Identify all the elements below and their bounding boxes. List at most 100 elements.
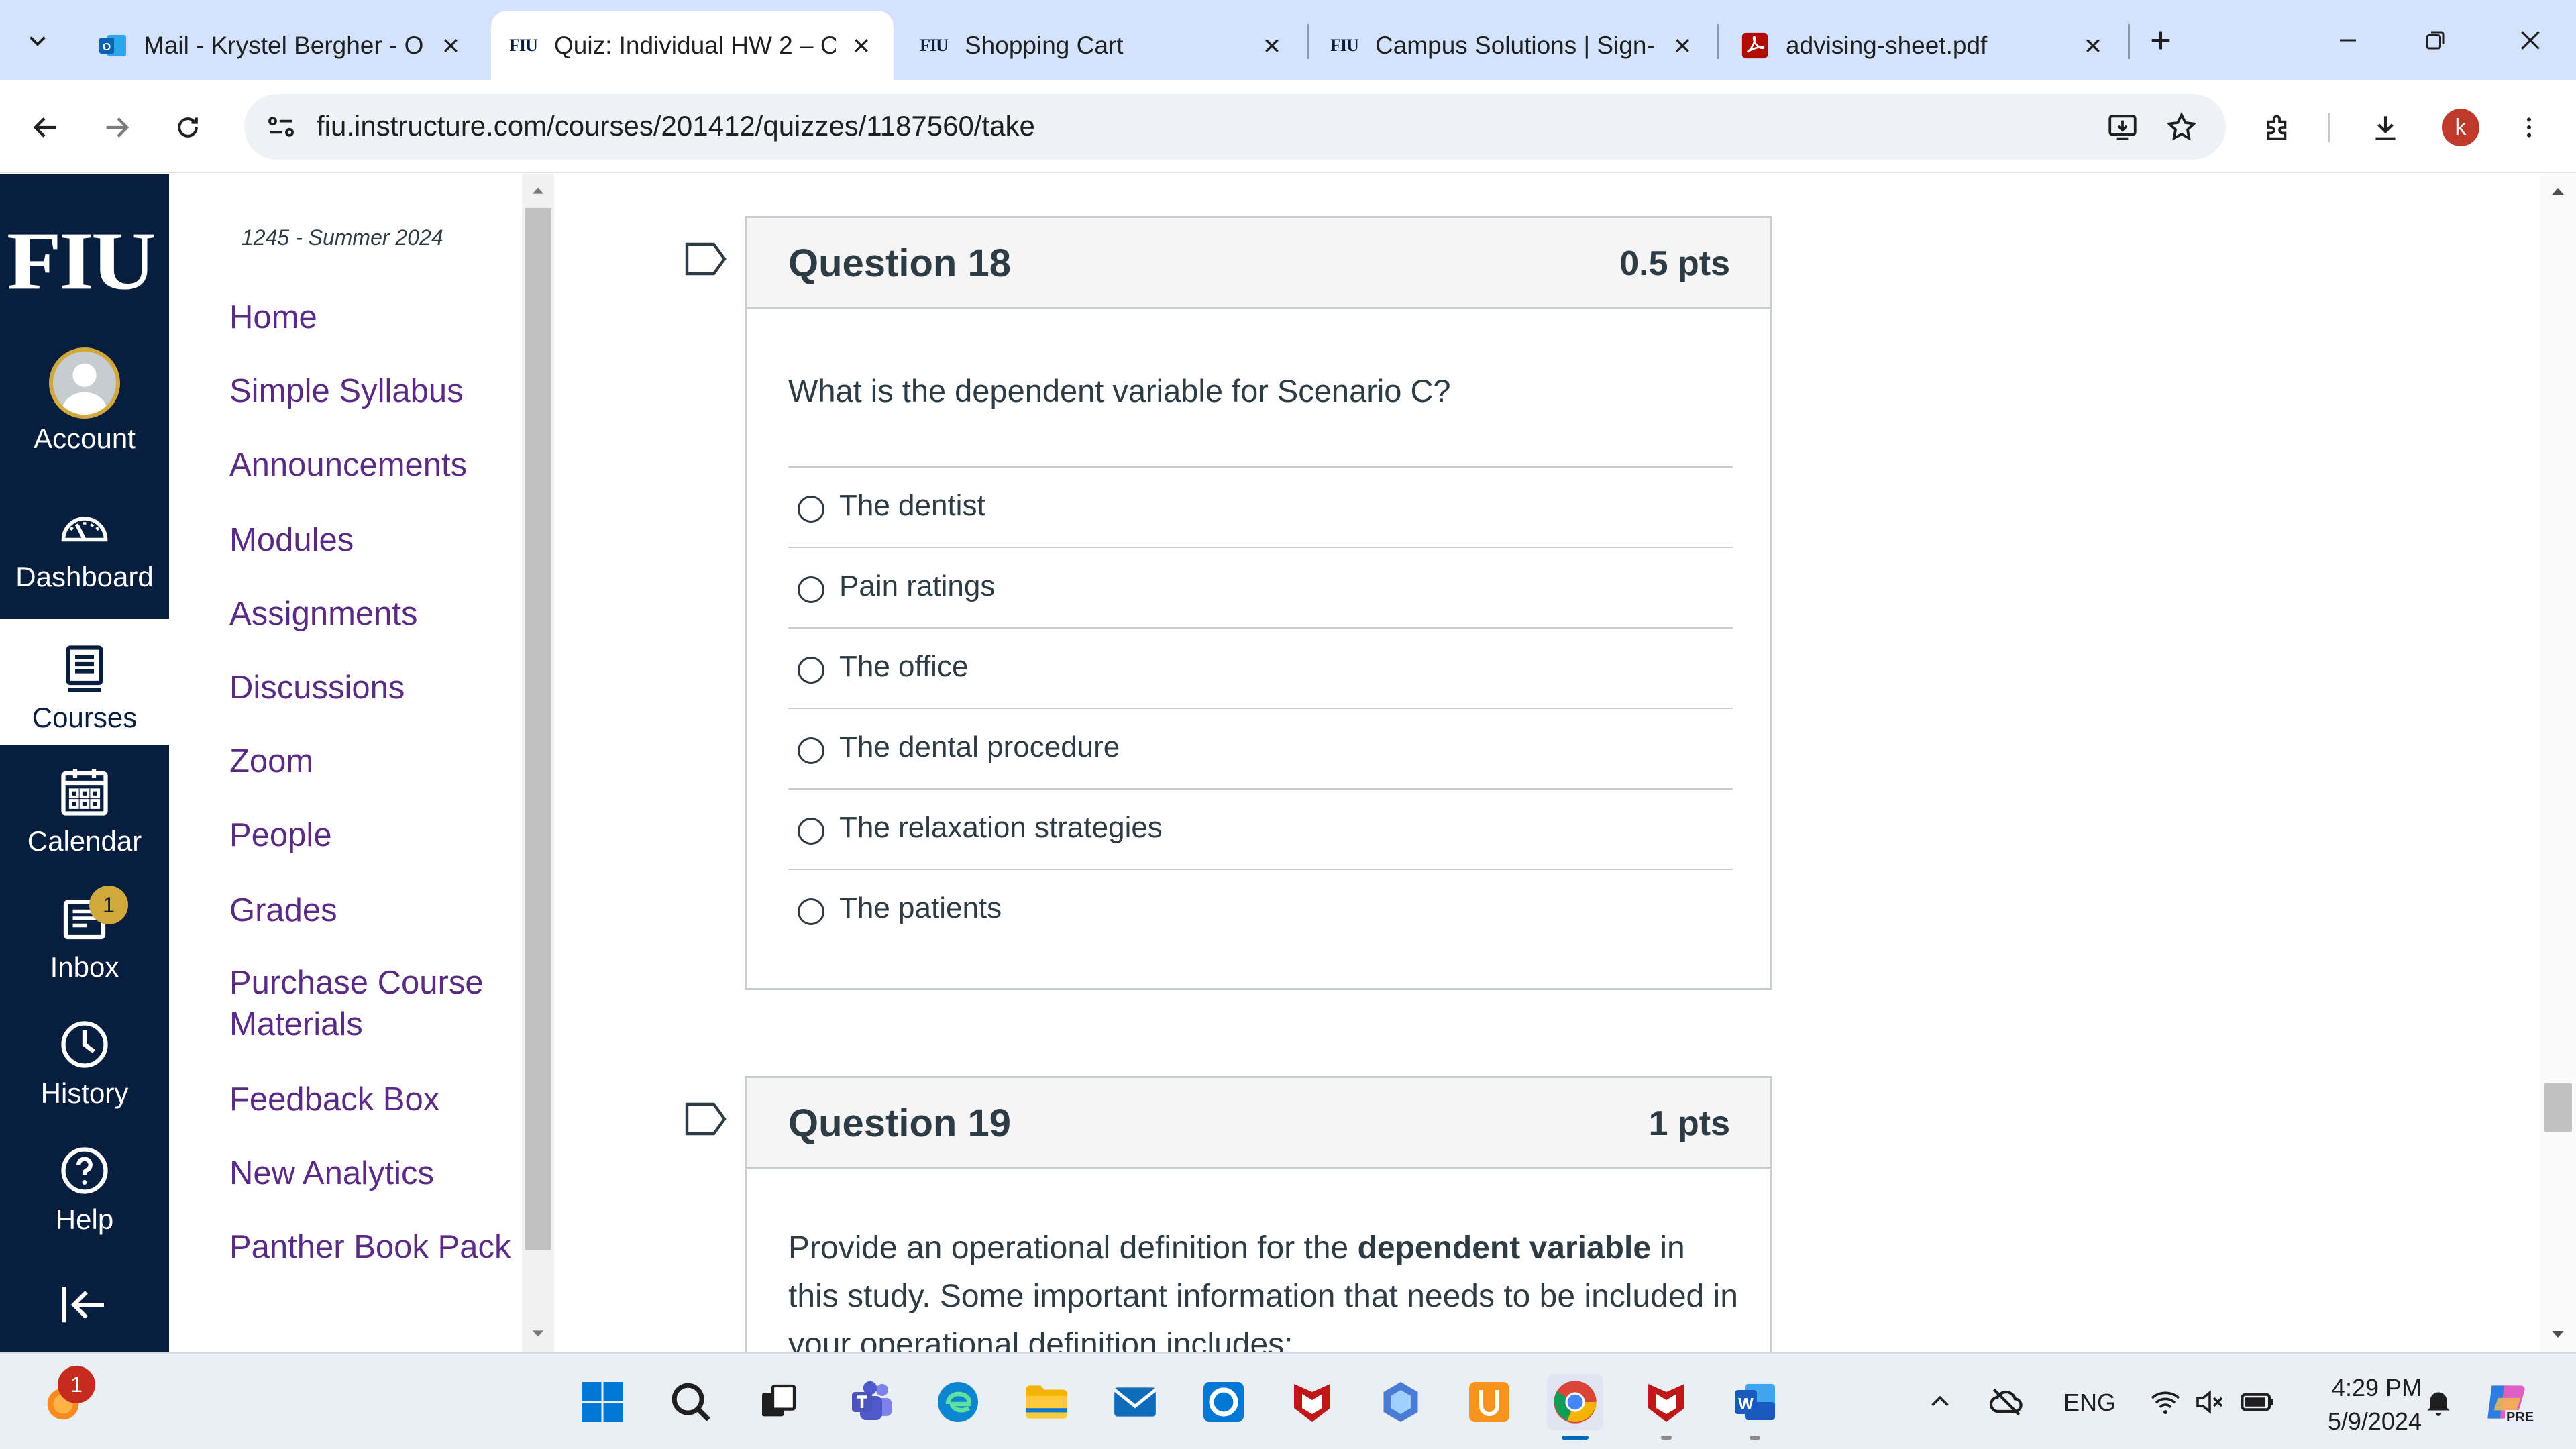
radio-button[interactable]	[798, 898, 824, 925]
answer-label[interactable]: The dental procedure	[839, 731, 1120, 764]
wifi-button[interactable]	[2144, 1374, 2187, 1430]
copilot-button[interactable]: PRE	[2478, 1374, 2536, 1430]
orange-shield-icon	[1469, 1382, 1509, 1422]
close-tab-icon[interactable]	[845, 30, 877, 62]
global-nav-courses[interactable]: Courses	[0, 619, 169, 745]
answer-label[interactable]: The patients	[839, 892, 1002, 925]
scroll-down-arrow-icon[interactable]	[529, 1324, 547, 1343]
file-explorer-button[interactable]	[1018, 1374, 1075, 1430]
mail-button[interactable]	[1107, 1374, 1163, 1430]
course-nav-assignments[interactable]: Assignments	[229, 593, 418, 635]
global-nav-history[interactable]: History	[0, 994, 169, 1120]
course-nav-grades[interactable]: Grades	[229, 890, 337, 931]
downloads-button[interactable]	[2359, 101, 2412, 154]
close-tab-icon[interactable]	[2077, 30, 2109, 62]
volume-button[interactable]	[2188, 1374, 2231, 1430]
new-tab-button[interactable]	[2131, 15, 2191, 66]
word-button[interactable]: W	[1727, 1374, 1783, 1440]
course-nav-people[interactable]: People	[229, 814, 332, 856]
chrome-button[interactable]	[1547, 1374, 1603, 1440]
radio-button[interactable]	[798, 737, 824, 764]
answer-option[interactable]: The relaxation strategies	[788, 788, 1733, 869]
global-nav-help[interactable]: Help	[0, 1120, 169, 1246]
cortana-button[interactable]	[1195, 1374, 1252, 1430]
install-app-icon[interactable]	[2102, 107, 2143, 148]
scroll-up-arrow-icon[interactable]	[529, 181, 547, 200]
answer-option[interactable]: The office	[788, 627, 1733, 708]
profile-button[interactable]: k	[2434, 101, 2487, 154]
answer-option[interactable]: The dental procedure	[788, 708, 1733, 788]
flag-question-icon[interactable]	[684, 1102, 727, 1136]
tab-search-button[interactable]	[16, 15, 59, 66]
page-scrollbar[interactable]	[2540, 174, 2576, 1352]
task-view-button[interactable]	[750, 1374, 806, 1430]
answer-label[interactable]: The office	[839, 650, 968, 684]
answer-option[interactable]: Pain ratings	[788, 547, 1733, 627]
notifications-button[interactable]	[2415, 1374, 2462, 1430]
close-tab-icon[interactable]	[1256, 30, 1288, 62]
tab-shopping-cart[interactable]: FIU Shopping Cart	[902, 11, 1304, 80]
radio-button[interactable]	[798, 496, 824, 523]
course-nav-discussions[interactable]: Discussions	[229, 667, 405, 708]
security-app-button[interactable]	[1461, 1374, 1517, 1430]
close-tab-icon[interactable]	[435, 30, 467, 62]
fiu-logo[interactable]: FIU	[7, 219, 156, 302]
minimize-button[interactable]	[2314, 15, 2381, 66]
course-nav-panther-book-pack[interactable]: Panther Book Pack	[229, 1226, 511, 1268]
flag-question-icon[interactable]	[684, 241, 727, 276]
page-scroll-thumb[interactable]	[2544, 1083, 2572, 1132]
site-info-icon[interactable]	[264, 110, 298, 144]
course-nav-scroll-thumb[interactable]	[525, 208, 551, 1250]
tab-campus-solutions[interactable]: FIU Campus Solutions | Sign-	[1312, 11, 1715, 80]
course-nav-modules[interactable]: Modules	[229, 519, 354, 561]
answer-label[interactable]: Pain ratings	[839, 570, 995, 603]
answer-label[interactable]: The relaxation strategies	[839, 811, 1163, 845]
close-window-button[interactable]	[2497, 15, 2564, 66]
bookmark-star-icon[interactable]	[2161, 107, 2202, 148]
onedrive-status-button[interactable]	[1983, 1374, 2030, 1430]
clock[interactable]: 4:29 PM 5/9/2024	[2294, 1371, 2422, 1438]
course-nav-announcements[interactable]: Announcements	[229, 444, 467, 486]
global-nav-calendar[interactable]: Calendar	[0, 742, 169, 868]
course-nav-zoom[interactable]: Zoom	[229, 741, 313, 782]
show-hidden-icons-button[interactable]	[1920, 1374, 1960, 1430]
restore-icon	[2426, 31, 2445, 50]
course-nav-feedback-box[interactable]: Feedback Box	[229, 1079, 439, 1120]
course-nav-new-analytics[interactable]: New Analytics	[229, 1152, 434, 1194]
page-scroll-up-icon[interactable]	[2548, 181, 2568, 201]
teams-button[interactable]	[844, 1374, 900, 1430]
mcafee-alt-button[interactable]	[1638, 1374, 1695, 1440]
radio-button[interactable]	[798, 818, 824, 845]
global-nav-inbox[interactable]: 1 Inbox	[0, 868, 169, 994]
course-nav-purchase-materials[interactable]: Purchase Course Materials	[229, 962, 498, 1045]
back-button[interactable]	[19, 101, 72, 154]
start-button[interactable]	[574, 1374, 631, 1430]
copilot-app-button[interactable]	[1373, 1374, 1429, 1430]
edge-button[interactable]	[930, 1374, 986, 1430]
search-button[interactable]	[663, 1374, 719, 1430]
radio-button[interactable]	[798, 657, 824, 684]
answer-label[interactable]: The dentist	[839, 489, 985, 523]
extensions-button[interactable]	[2251, 101, 2305, 154]
answer-option[interactable]: The patients	[788, 869, 1733, 949]
page-scroll-down-icon[interactable]	[2548, 1324, 2568, 1344]
mcafee-button[interactable]	[1284, 1374, 1340, 1430]
tab-mail[interactable]: O Mail - Krystel Bergher - O	[80, 11, 483, 80]
answer-option[interactable]: The dentist	[788, 466, 1733, 547]
forward-button[interactable]	[90, 101, 144, 154]
browser-menu-button[interactable]	[2502, 101, 2556, 154]
tab-advising-sheet[interactable]: advising-sheet.pdf	[1723, 11, 2125, 80]
address-bar[interactable]: fiu.instructure.com/courses/201412/quizz…	[244, 94, 2226, 160]
radio-button[interactable]	[798, 576, 824, 603]
course-nav-simple-syllabus[interactable]: Simple Syllabus	[229, 370, 464, 412]
restore-button[interactable]	[2402, 15, 2469, 66]
close-tab-icon[interactable]	[1666, 30, 1699, 62]
global-nav-dashboard[interactable]: Dashboard	[0, 478, 169, 604]
battery-button[interactable]	[2234, 1374, 2281, 1430]
global-nav-account[interactable]: Account	[0, 346, 169, 472]
language-indicator[interactable]: ENG	[2063, 1389, 2116, 1417]
tab-quiz[interactable]: FIU Quiz: Individual HW 2 – C	[491, 11, 894, 80]
collapse-nav-button[interactable]	[54, 1275, 114, 1335]
course-nav-home[interactable]: Home	[229, 297, 317, 338]
reload-button[interactable]	[161, 101, 215, 154]
